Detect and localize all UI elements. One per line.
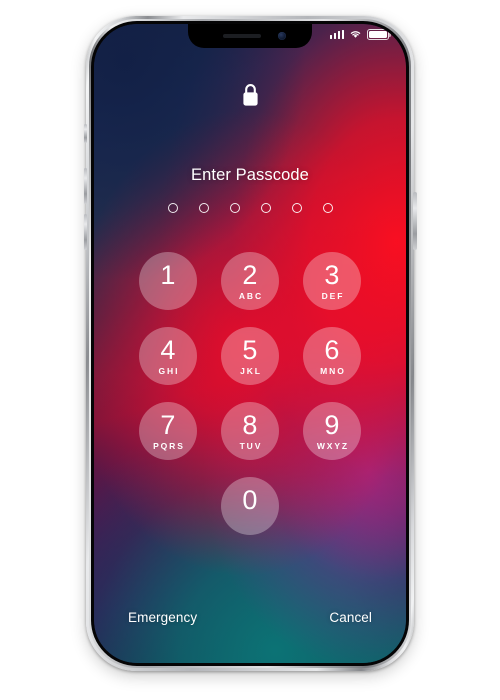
speaker-grille-icon bbox=[223, 34, 261, 38]
keypad-key-letters: JKL bbox=[240, 365, 262, 376]
keypad-key-4[interactable]: 4 GHI bbox=[139, 327, 197, 385]
mute-switch[interactable] bbox=[84, 124, 87, 143]
keypad-key-letters: ABC bbox=[238, 290, 263, 301]
keypad-key-digit: 3 bbox=[324, 259, 340, 290]
keypad-key-9[interactable]: 9 WXYZ bbox=[303, 402, 361, 460]
passcode-dot bbox=[198, 203, 209, 213]
passcode-dot bbox=[229, 203, 240, 213]
keypad-row: 7 PQRS 8 TUV 9 WXYZ bbox=[138, 402, 362, 460]
lock-closed-icon bbox=[242, 84, 258, 106]
keypad-key-digit: 8 bbox=[242, 409, 258, 440]
wifi-icon bbox=[350, 31, 361, 38]
cancel-button[interactable]: Cancel bbox=[329, 610, 372, 625]
keypad-key-digit: 6 bbox=[324, 334, 340, 365]
passcode-area: Enter Passcode bbox=[94, 166, 406, 213]
keypad-row: 1 2 ABC 3 DEF bbox=[138, 252, 362, 310]
keypad-key-1[interactable]: 1 bbox=[139, 252, 197, 310]
keypad-key-digit: 0 bbox=[242, 484, 258, 515]
keypad-key-letters: TUV bbox=[239, 440, 263, 451]
keypad-row: 4 GHI 5 JKL 6 MNO bbox=[138, 327, 362, 385]
volume-down-button[interactable] bbox=[83, 214, 87, 250]
battery-icon bbox=[367, 29, 391, 40]
front-camera-icon bbox=[278, 32, 286, 40]
passcode-dot bbox=[291, 203, 302, 213]
keypad-key-letters: DEF bbox=[321, 290, 345, 301]
lock-icon-container bbox=[94, 82, 406, 108]
passcode-dot bbox=[260, 203, 271, 213]
keypad-key-digit: 9 bbox=[324, 409, 340, 440]
power-button[interactable] bbox=[413, 192, 417, 250]
phone-screen: Enter Passcode 1 2 ABC 3 DEF 4 GHI 5 JKL 6 MNO 7 PQ… bbox=[94, 24, 406, 663]
notch bbox=[188, 24, 312, 48]
keypad-key-digit: 4 bbox=[160, 334, 176, 365]
passcode-dots bbox=[94, 203, 406, 213]
keypad-key-5[interactable]: 5 JKL bbox=[221, 327, 279, 385]
keypad-key-digit: 5 bbox=[242, 334, 258, 365]
keypad-key-0[interactable]: 0 bbox=[221, 477, 279, 535]
keypad-key-3[interactable]: 3 DEF bbox=[303, 252, 361, 310]
keypad-key-letters: WXYZ bbox=[316, 440, 350, 451]
keypad-key-digit: 2 bbox=[242, 259, 258, 290]
keypad-key-2[interactable]: 2 ABC bbox=[221, 252, 279, 310]
keypad-key-digit: 1 bbox=[160, 259, 176, 290]
keypad-key-digit: 7 bbox=[160, 409, 176, 440]
volume-up-button[interactable] bbox=[83, 168, 87, 204]
keypad-key-7[interactable]: 7 PQRS bbox=[139, 402, 197, 460]
battery-fill bbox=[369, 31, 387, 38]
keypad-key-8[interactable]: 8 TUV bbox=[221, 402, 279, 460]
device-bezel: Enter Passcode 1 2 ABC 3 DEF 4 GHI 5 JKL 6 MNO 7 PQ… bbox=[94, 24, 406, 663]
keypad-key-letters: MNO bbox=[320, 365, 346, 376]
status-bar bbox=[329, 29, 391, 40]
passcode-dot bbox=[167, 203, 178, 213]
keypad-key-letters: PQRS bbox=[153, 440, 185, 451]
bottom-actions: Emergency Cancel bbox=[94, 610, 406, 625]
emergency-button[interactable]: Emergency bbox=[128, 610, 197, 625]
passcode-prompt: Enter Passcode bbox=[191, 166, 309, 184]
iphone-device: Enter Passcode 1 2 ABC 3 DEF 4 GHI 5 JKL 6 MNO 7 PQ… bbox=[83, 16, 417, 671]
keypad-row: 0 bbox=[138, 477, 362, 535]
keypad-key-6[interactable]: 6 MNO bbox=[303, 327, 361, 385]
cellular-signal-icon bbox=[329, 29, 344, 39]
passcode-keypad: 1 2 ABC 3 DEF 4 GHI 5 JKL 6 MNO 7 PQRS 8 TUV 9 WXYZ 0 bbox=[138, 252, 362, 552]
passcode-dot bbox=[322, 203, 333, 213]
keypad-key-letters: GHI bbox=[158, 365, 180, 376]
